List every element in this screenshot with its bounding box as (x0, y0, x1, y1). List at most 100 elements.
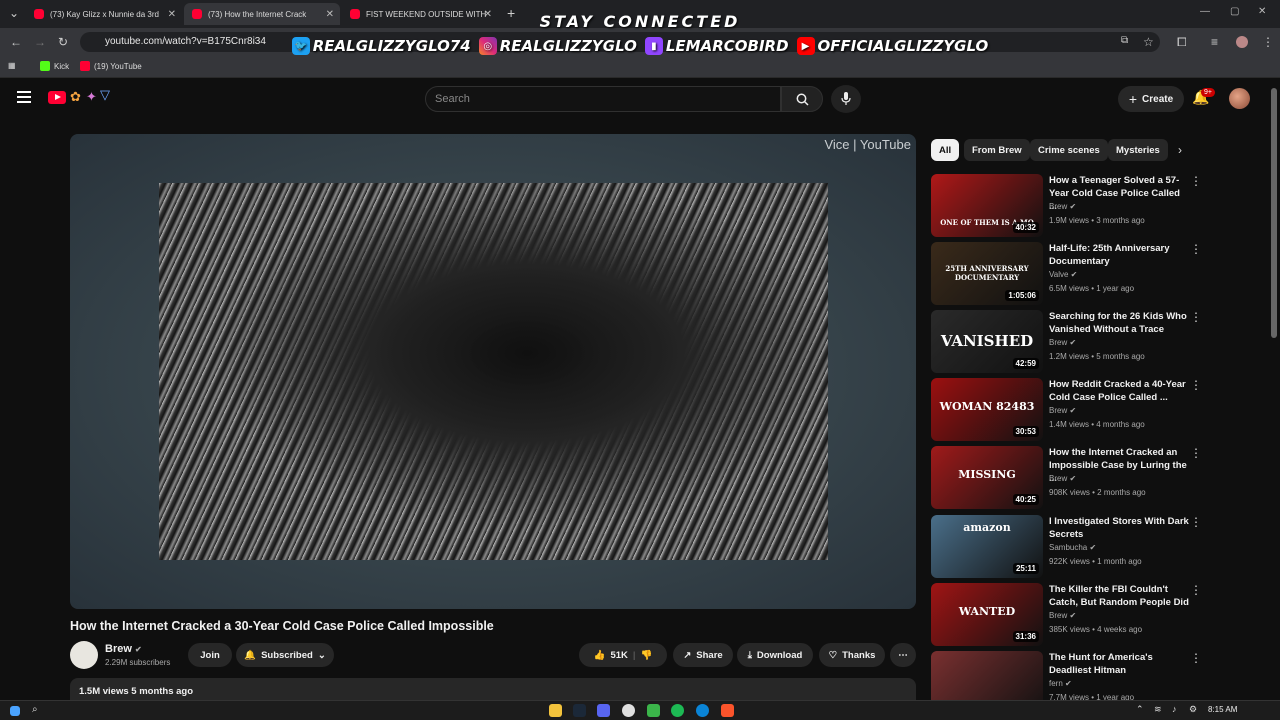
brave-icon[interactable] (721, 704, 734, 717)
chevron-right-icon[interactable]: › (1178, 143, 1182, 157)
reading-list-icon[interactable]: ≡ (1211, 35, 1218, 49)
discord-icon[interactable] (597, 704, 610, 717)
more-vertical-icon[interactable]: ⋮ (1190, 174, 1202, 188)
chip-mysteries[interactable]: Mysteries (1108, 139, 1168, 161)
channel-name[interactable]: Brew ✔ (1049, 202, 1076, 211)
video-title[interactable]: Half-Life: 25th Anniversary Documentary (1049, 242, 1189, 268)
tab-search-chevron-icon[interactable]: ⌄ (9, 6, 19, 20)
close-tab-icon[interactable]: ✕ (326, 9, 334, 20)
dislike-button[interactable]: 👎 (641, 650, 653, 661)
wifi-icon[interactable]: ≋ (1154, 704, 1167, 717)
recommended-video[interactable]: 25TH ANNIVERSARY DOCUMENTARY 1:05:06 Hal… (931, 242, 1202, 306)
recommended-video[interactable]: ONE OF THEM IS A MO 40:32 How a Teenager… (931, 174, 1202, 238)
app-icon[interactable] (647, 704, 660, 717)
more-actions-button[interactable]: ⋯ (890, 643, 916, 667)
video-title[interactable]: The Hunt for America's Deadliest Hitman (1049, 651, 1189, 677)
video-title[interactable]: Searching for the 26 Kids Who Vanished W… (1049, 310, 1189, 336)
bookmark-kick[interactable]: Kick (40, 61, 69, 71)
video-thumbnail[interactable]: WOMAN 82483 30:53 (931, 378, 1043, 441)
windows-start-icon[interactable] (10, 706, 20, 716)
tab-2[interactable]: (73) How the Internet Crack ✕ (184, 3, 340, 25)
channel-name[interactable]: Brew ✔ (1049, 338, 1076, 347)
tray-chevron-icon[interactable]: ⌃ (1136, 704, 1149, 717)
video-thumbnail[interactable]: MISSING 40:25 (931, 446, 1043, 509)
account-avatar[interactable] (1229, 88, 1250, 109)
bookmark-star-icon[interactable]: ☆ (1143, 35, 1154, 49)
channel-name[interactable]: fern ✔ (1049, 679, 1072, 688)
video-player[interactable]: Vice | YouTube (70, 134, 916, 609)
profile-avatar-icon[interactable] (1236, 36, 1248, 48)
more-vertical-icon[interactable]: ⋮ (1190, 242, 1202, 256)
download-button[interactable]: ⤓ Download (737, 643, 813, 667)
more-vertical-icon[interactable]: ⋮ (1190, 446, 1202, 460)
recommended-video[interactable]: The Hunt for America's Deadliest Hitman … (931, 651, 1201, 700)
more-vertical-icon[interactable]: ⋮ (1190, 310, 1202, 324)
recommended-video[interactable]: WANTED 31:36 The Killer the FBI Couldn't… (931, 583, 1202, 647)
create-button[interactable]: + Create (1118, 86, 1184, 112)
channel-name-link[interactable]: Brew ✔ (105, 643, 142, 655)
voice-search-button[interactable] (831, 85, 861, 113)
video-thumbnail[interactable]: 25TH ANNIVERSARY DOCUMENTARY 1:05:06 (931, 242, 1043, 305)
reload-icon[interactable]: ↻ (58, 35, 68, 49)
apps-grid-icon[interactable]: ▦ (8, 61, 16, 70)
video-title[interactable]: The Killer the FBI Couldn't Catch, But R… (1049, 583, 1189, 609)
volume-icon[interactable]: ♪ (1172, 704, 1185, 717)
forward-icon[interactable]: → (34, 35, 46, 49)
settings-gear-icon[interactable]: ⚙ (1189, 704, 1202, 717)
like-button[interactable]: 👍 51K (594, 650, 628, 661)
spotify-icon[interactable] (671, 704, 684, 717)
channel-name[interactable]: Sambucha ✔ (1049, 543, 1096, 552)
thanks-button[interactable]: ♡ Thanks (819, 643, 885, 667)
steam-icon[interactable] (573, 704, 586, 717)
recommended-video[interactable]: WOMAN 82483 30:53 How Reddit Cracked a 4… (931, 378, 1202, 442)
cast-icon[interactable]: ⧉ (1121, 35, 1128, 46)
channel-name[interactable]: Brew ✔ (1049, 611, 1076, 620)
more-vertical-icon[interactable]: ⋮ (1190, 378, 1202, 392)
more-vertical-icon[interactable]: ⋮ (1190, 651, 1201, 665)
video-thumbnail[interactable]: ONE OF THEM IS A MO 40:32 (931, 174, 1043, 237)
channel-name[interactable]: Valve ✔ (1049, 270, 1077, 279)
chrome-icon[interactable] (622, 704, 635, 717)
tab-1[interactable]: (73) Kay Glizz x Nunnie da 3rd ✕ (26, 3, 182, 25)
edge-icon[interactable] (696, 704, 709, 717)
file-explorer-icon[interactable] (549, 704, 562, 717)
search-button[interactable] (781, 86, 823, 112)
channel-name[interactable]: Brew ✔ (1049, 406, 1076, 415)
channel-name[interactable]: Brew ✔ (1049, 474, 1076, 483)
more-vertical-icon[interactable]: ⋮ (1190, 583, 1202, 597)
join-button[interactable]: Join (188, 643, 232, 667)
bookmark-youtube[interactable]: (19) YouTube (80, 61, 142, 71)
recommended-video[interactable]: VANISHED 42:59 Searching for the 26 Kids… (931, 310, 1202, 374)
share-button[interactable]: ↗ Share (673, 643, 733, 667)
youtube-logo-icon[interactable] (48, 91, 66, 104)
video-title[interactable]: How Reddit Cracked a 40-Year Cold Case P… (1049, 378, 1189, 404)
video-thumbnail[interactable]: VANISHED 42:59 (931, 310, 1043, 373)
extensions-icon[interactable]: ⧠ (1177, 35, 1187, 50)
video-thumbnail[interactable] (931, 651, 1043, 700)
more-vertical-icon[interactable]: ⋮ (1190, 515, 1202, 529)
video-thumbnail[interactable]: amazon 25:11 (931, 515, 1043, 578)
channel-avatar[interactable] (70, 641, 98, 669)
browser-menu-icon[interactable]: ⋮ (1262, 35, 1274, 49)
recommended-video[interactable]: amazon 25:11 I Investigated Stores With … (931, 515, 1202, 579)
tab-3[interactable]: FIST WEEKEND OUTSIDE WITH ✕ (342, 3, 498, 25)
video-thumbnail[interactable]: WANTED 31:36 (931, 583, 1043, 646)
hamburger-menu-icon[interactable] (17, 91, 31, 103)
recommended-video[interactable]: MISSING 40:25 How the Internet Cracked a… (931, 446, 1202, 510)
close-window-icon[interactable]: ✕ (1258, 6, 1266, 17)
subscribed-button[interactable]: 🔔 Subscribed ⌄ (236, 643, 334, 667)
chip-all[interactable]: All (931, 139, 960, 161)
chip-from-brew[interactable]: From Brew (964, 139, 1030, 161)
chip-crime-scenes[interactable]: Crime scenes (1030, 139, 1108, 161)
close-tab-icon[interactable]: ✕ (484, 9, 492, 20)
maximize-icon[interactable]: ▢ (1230, 6, 1239, 17)
minimize-icon[interactable]: — (1200, 6, 1210, 17)
search-icon[interactable]: ⌕ (32, 704, 45, 717)
new-tab-icon[interactable]: + (507, 5, 515, 21)
url-field[interactable]: youtube.com/watch?v=B175Cnr8i34 (80, 32, 1160, 52)
search-input[interactable]: Search (425, 86, 781, 112)
page-scrollbar[interactable] (1271, 88, 1277, 338)
back-icon[interactable]: ← (10, 35, 22, 49)
close-tab-icon[interactable]: ✕ (168, 9, 176, 20)
video-title[interactable]: I Investigated Stores With Dark Secrets (1049, 515, 1189, 541)
